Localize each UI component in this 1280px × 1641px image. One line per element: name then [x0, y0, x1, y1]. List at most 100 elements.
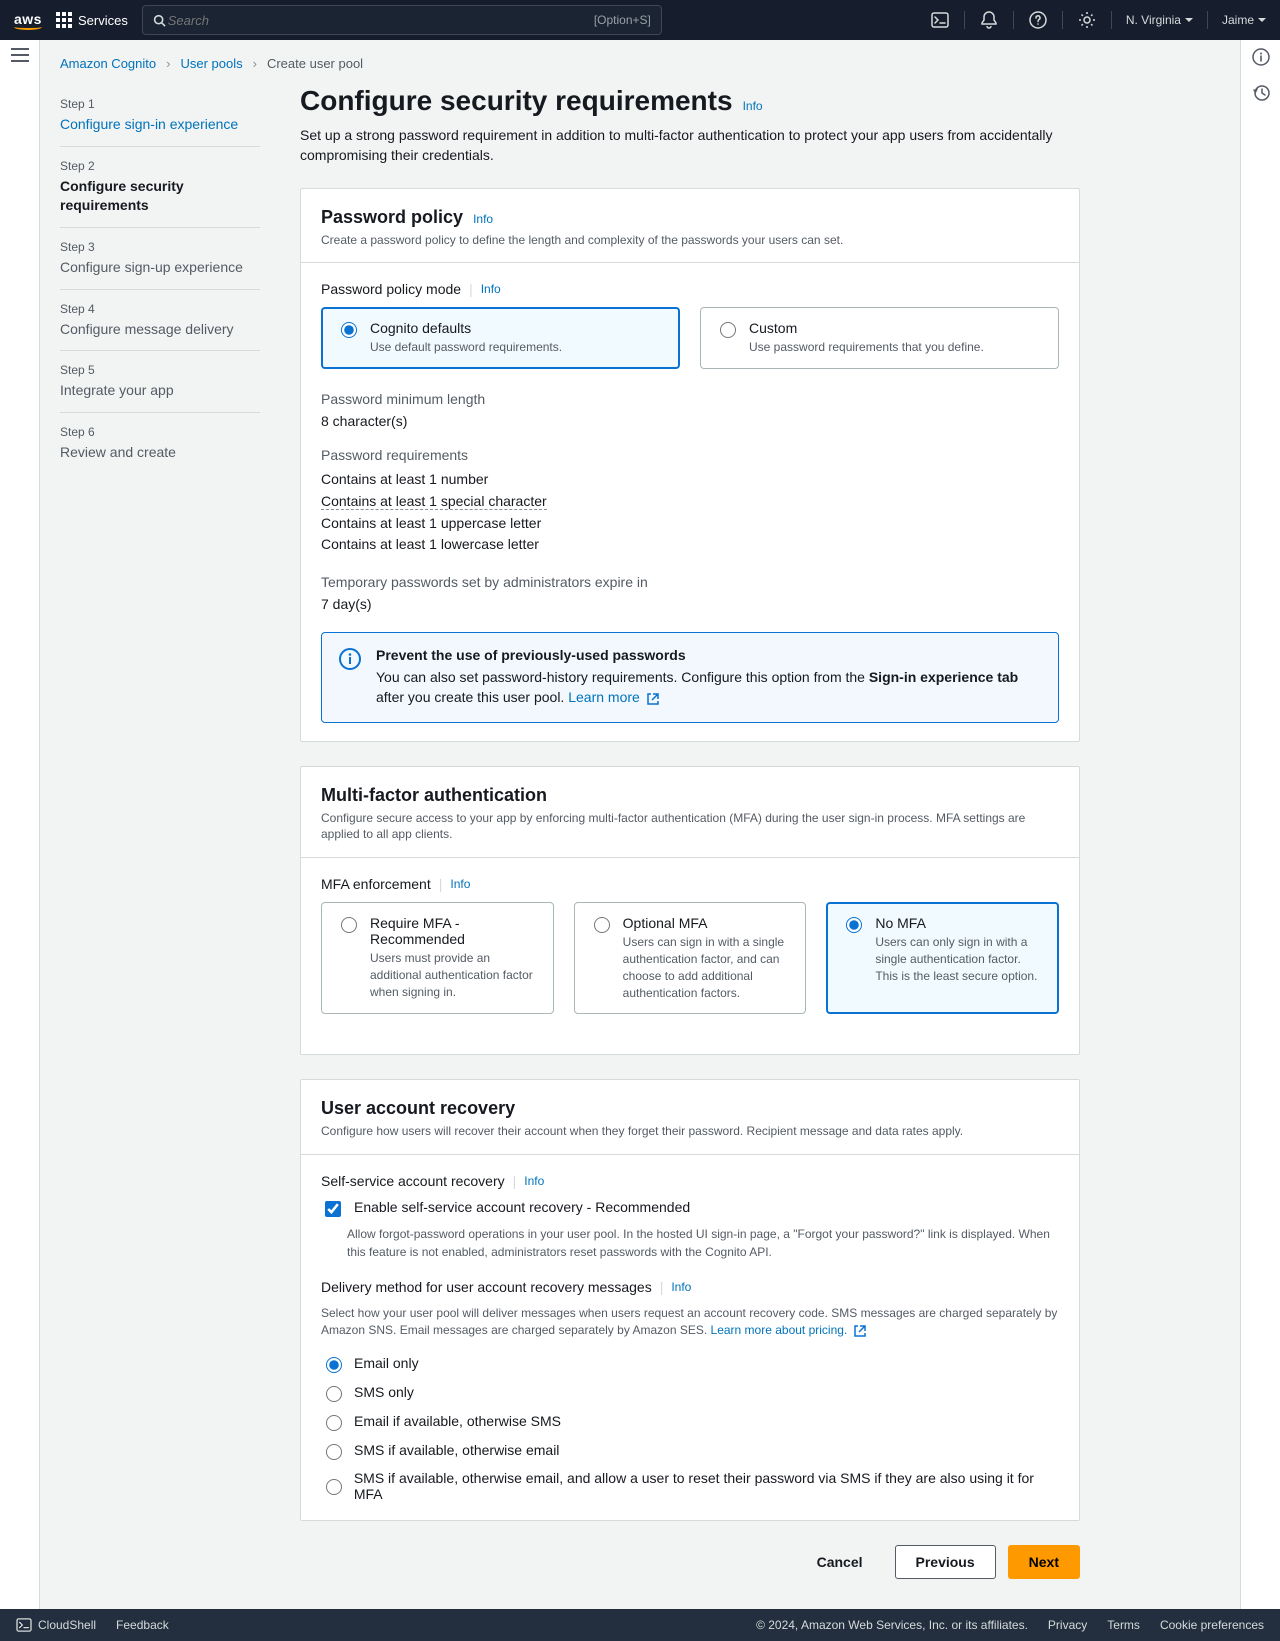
checkbox-label[interactable]: Enable self-service account recovery - R… — [354, 1199, 690, 1215]
gear-icon[interactable] — [1077, 10, 1097, 30]
aws-logo[interactable]: aws — [14, 11, 42, 30]
privacy-link[interactable]: Privacy — [1048, 1618, 1087, 1632]
pp-mode-heading: Password policy mode| Info — [321, 281, 1059, 297]
dm-info-link[interactable]: Info — [671, 1280, 691, 1294]
pp-info-link[interactable]: Info — [473, 212, 493, 226]
external-link-icon — [854, 1325, 866, 1337]
dm-heading: Delivery method for user account recover… — [321, 1279, 1059, 1295]
tile-require-mfa[interactable]: Require MFA - Recommended Users must pro… — [321, 902, 554, 1014]
main-content: Configure security requirements Info Set… — [300, 85, 1080, 1579]
radio-require-mfa[interactable] — [341, 917, 357, 933]
page-title: Configure security requirements Info — [300, 85, 1080, 117]
requirements-list: Contains at least 1 number Contains at l… — [321, 469, 1059, 556]
feedback-link[interactable]: Feedback — [116, 1618, 169, 1632]
cloudshell-icon — [16, 1618, 32, 1632]
wizard-steps: Step 1 Configure sign-in experience Step… — [60, 85, 260, 1579]
mfa-enf-heading: MFA enforcement| Info — [321, 876, 1059, 892]
info-icon — [338, 647, 362, 671]
cookie-link[interactable]: Cookie preferences — [1160, 1618, 1264, 1632]
step-4: Step 4 Configure message delivery — [60, 290, 260, 352]
tile-custom[interactable]: Custom Use password requirements that yo… — [700, 307, 1059, 369]
req-item: Contains at least 1 special character — [321, 493, 547, 510]
tile-optional-mfa[interactable]: Optional MFA Users can sign in with a si… — [574, 902, 807, 1014]
left-rail — [0, 40, 40, 1609]
radio-optional-mfa[interactable] — [594, 917, 610, 933]
radio-custom[interactable] — [720, 322, 736, 338]
radio-email-then-sms[interactable]: Email if available, otherwise SMS — [321, 1412, 1059, 1431]
grid-icon — [56, 12, 72, 28]
radio-sms-then-email[interactable]: SMS if available, otherwise email — [321, 1441, 1059, 1460]
crumb-user-pools[interactable]: User pools — [180, 56, 242, 71]
dm-description: Select how your user pool will deliver m… — [321, 1305, 1059, 1340]
search-input[interactable] — [166, 12, 594, 29]
radio-sms-email-mfa[interactable]: SMS if available, otherwise email, and a… — [321, 1470, 1059, 1502]
cloudshell-icon[interactable] — [930, 10, 950, 30]
checkbox-enable-ss[interactable] — [325, 1201, 341, 1217]
previous-button[interactable]: Previous — [895, 1545, 996, 1579]
checkbox-description: Allow forgot-password operations in your… — [347, 1226, 1059, 1261]
services-label: Services — [78, 13, 128, 28]
recovery-panel: User account recovery Configure how user… — [300, 1079, 1080, 1520]
region-selector[interactable]: N. Virginia — [1126, 13, 1193, 27]
next-button[interactable]: Next — [1008, 1545, 1080, 1579]
cancel-button[interactable]: Cancel — [797, 1545, 883, 1579]
right-rail — [1240, 40, 1280, 1609]
req-item: Contains at least 1 lowercase letter — [321, 534, 1059, 556]
mfa-panel: Multi-factor authentication Configure se… — [300, 766, 1080, 1056]
pp-mode-info[interactable]: Info — [481, 282, 501, 296]
ss-heading: Self-service account recovery| Info — [321, 1173, 1059, 1189]
panel-subtitle: Create a password policy to define the l… — [321, 232, 1059, 249]
requirements-label: Password requirements — [321, 447, 1059, 463]
terms-link[interactable]: Terms — [1107, 1618, 1140, 1632]
breadcrumb: Amazon Cognito › User pools › Create use… — [60, 56, 1210, 71]
chevron-right-icon: › — [166, 56, 170, 71]
temp-pw-label: Temporary passwords set by administrator… — [321, 574, 1059, 590]
password-policy-panel: Password policy Info Create a password p… — [300, 188, 1080, 742]
panel-subtitle: Configure how users will recover their a… — [321, 1123, 1059, 1140]
step-1[interactable]: Step 1 Configure sign-in experience — [60, 85, 260, 147]
step-6: Step 6 Review and create — [60, 413, 260, 474]
wizard-buttons: Cancel Previous Next — [300, 1545, 1080, 1579]
caret-down-icon — [1185, 18, 1193, 22]
delivery-method-list: Email only SMS only Email if available, … — [321, 1354, 1059, 1502]
search-shortcut: [Option+S] — [594, 13, 651, 27]
min-length-value: 8 character(s) — [321, 413, 1059, 429]
ss-info-link[interactable]: Info — [524, 1174, 544, 1188]
panel-title: User account recovery — [321, 1098, 515, 1119]
page-info-link[interactable]: Info — [743, 99, 763, 113]
bell-icon[interactable] — [979, 10, 999, 30]
user-menu[interactable]: Jaime — [1222, 13, 1266, 27]
alert-body: You can also set password-history requir… — [376, 667, 1042, 708]
radio-no-mfa[interactable] — [846, 917, 862, 933]
page-description: Set up a strong password requirement in … — [300, 125, 1080, 166]
pricing-link[interactable]: Learn more about pricing. — [711, 1323, 866, 1337]
cloudshell-link[interactable]: CloudShell — [16, 1618, 96, 1632]
radio-email-only[interactable]: Email only — [321, 1354, 1059, 1373]
bottom-bar: CloudShell Feedback © 2024, Amazon Web S… — [0, 1609, 1280, 1641]
history-icon[interactable] — [1252, 84, 1270, 102]
req-item: Contains at least 1 uppercase letter — [321, 513, 1059, 535]
alert-title: Prevent the use of previously-used passw… — [376, 647, 1042, 663]
help-icon[interactable] — [1028, 10, 1048, 30]
top-nav: aws Services [Option+S] N. Virginia Jaim… — [0, 0, 1280, 40]
step-2: Step 2 Configure security requirements — [60, 147, 260, 228]
step-5: Step 5 Integrate your app — [60, 351, 260, 413]
panel-title: Password policy — [321, 207, 463, 228]
services-menu[interactable]: Services — [56, 12, 128, 28]
temp-pw-value: 7 day(s) — [321, 596, 1059, 612]
step-3: Step 3 Configure sign-up experience — [60, 228, 260, 290]
search-bar[interactable]: [Option+S] — [142, 5, 662, 35]
tile-no-mfa[interactable]: No MFA Users can only sign in with a sin… — [826, 902, 1059, 1014]
crumb-cognito[interactable]: Amazon Cognito — [60, 56, 156, 71]
chevron-right-icon: › — [253, 56, 257, 71]
caret-down-icon — [1258, 18, 1266, 22]
copyright: © 2024, Amazon Web Services, Inc. or its… — [756, 1618, 1028, 1632]
info-panel-icon[interactable] — [1252, 48, 1270, 66]
hamburger-icon[interactable] — [11, 48, 29, 62]
external-link-icon — [647, 693, 659, 705]
radio-sms-only[interactable]: SMS only — [321, 1383, 1059, 1402]
mfa-info-link[interactable]: Info — [450, 877, 470, 891]
learn-more-link[interactable]: Learn more — [568, 689, 658, 705]
tile-cognito-defaults[interactable]: Cognito defaults Use default password re… — [321, 307, 680, 369]
radio-defaults[interactable] — [341, 322, 357, 338]
